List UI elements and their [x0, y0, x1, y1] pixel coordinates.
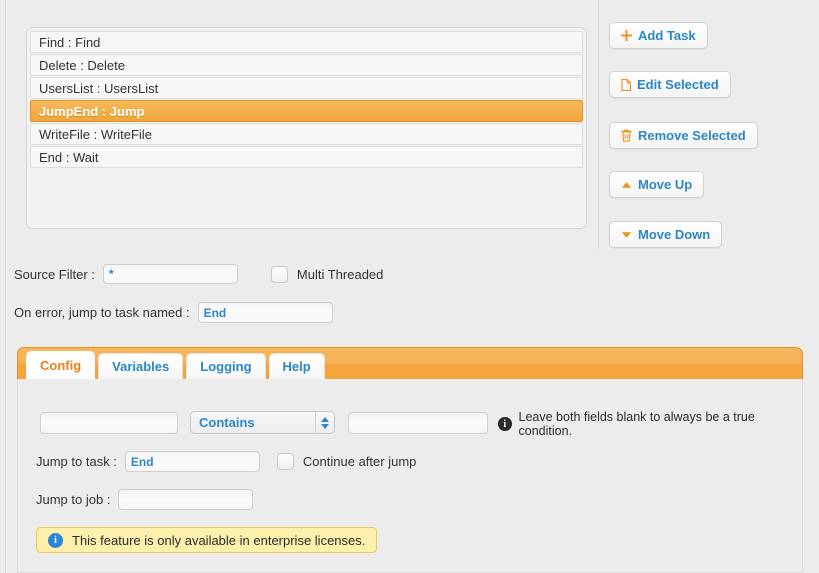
move-up-button[interactable]: Move Up [609, 171, 705, 198]
triangle-down-icon [621, 231, 632, 239]
enterprise-notice: i This feature is only available in ente… [36, 527, 378, 553]
move-down-button[interactable]: Move Down [609, 221, 723, 248]
task-list[interactable]: Find : Find Delete : Delete UsersList : … [26, 27, 587, 229]
condition-hint-text: Leave both fields blank to always be a t… [518, 410, 755, 438]
multi-threaded-checkbox[interactable] [270, 265, 288, 283]
jump-to-job-input[interactable] [118, 489, 254, 510]
remove-selected-button[interactable]: Remove Selected [609, 122, 758, 149]
tab-help[interactable]: Help [268, 353, 325, 379]
edit-selected-label: Edit Selected [637, 77, 719, 92]
list-item-selected[interactable]: JumpEnd : Jump [30, 100, 583, 122]
condition-operator-value: Contains [199, 415, 255, 430]
trash-icon [621, 129, 632, 142]
tab-bar: Config Variables Logging Help [17, 347, 803, 379]
tab-variables[interactable]: Variables [98, 353, 184, 379]
jump-to-job-row: Jump to job : [36, 489, 254, 510]
multi-threaded-label: Multi Threaded [296, 266, 384, 282]
condition-left-input[interactable] [40, 411, 178, 434]
source-filter-label: Source Filter : [14, 266, 95, 282]
jump-to-task-input[interactable] [124, 451, 260, 472]
enterprise-notice-text: This feature is only available in enterp… [72, 532, 366, 548]
config-panel: Contains i Leave both fields blank to al… [17, 379, 803, 573]
left-edge-rule [5, 0, 6, 573]
jump-to-task-row: Jump to task : Continue after jump [36, 451, 416, 472]
document-icon [621, 78, 631, 91]
jump-to-task-label: Jump to task : [36, 454, 117, 469]
condition-operator-select[interactable]: Contains [190, 411, 335, 434]
triangle-up-icon [621, 181, 632, 189]
multi-threaded-checkbox-wrap[interactable]: Multi Threaded [270, 265, 384, 283]
condition-hint: i Leave both fields blank to always be a… [498, 410, 802, 438]
vertical-divider [598, 0, 599, 249]
add-task-button[interactable]: Add Task [609, 22, 708, 49]
source-filter-input[interactable] [102, 264, 238, 284]
app-root: Find : Find Delete : Delete UsersList : … [0, 0, 819, 573]
plus-icon [621, 30, 632, 41]
move-up-label: Move Up [638, 177, 693, 192]
on-error-row: On error, jump to task named : [14, 302, 333, 323]
continue-after-jump-checkbox[interactable] [276, 453, 294, 470]
info-icon: i [498, 417, 512, 431]
edit-selected-button[interactable]: Edit Selected [609, 71, 731, 98]
remove-selected-label: Remove Selected [638, 128, 746, 143]
list-item[interactable]: Find : Find [30, 31, 583, 53]
condition-right-input[interactable] [348, 411, 488, 434]
list-item[interactable]: UsersList : UsersList [30, 77, 583, 99]
task-actions-toolbar: Add Task Edit Selected Remove Selected M… [609, 22, 809, 248]
jump-to-job-label: Jump to job : [36, 492, 111, 507]
continue-after-jump-wrap[interactable]: Continue after jump [276, 453, 417, 470]
continue-after-jump-label: Continue after jump [302, 454, 417, 469]
info-icon: i [48, 532, 63, 548]
tab-config[interactable]: Config [26, 351, 96, 379]
list-item[interactable]: End : Wait [30, 146, 583, 168]
add-task-label: Add Task [638, 28, 696, 43]
source-filter-row: Source Filter : Multi Threaded [14, 264, 383, 284]
on-error-label: On error, jump to task named : [14, 305, 190, 320]
enterprise-notice-row: i This feature is only available in ente… [36, 527, 378, 553]
list-item[interactable]: Delete : Delete [30, 54, 583, 76]
stepper-arrows-icon[interactable] [315, 411, 334, 434]
tab-logging[interactable]: Logging [186, 353, 266, 379]
condition-row: Contains [40, 411, 488, 434]
move-down-label: Move Down [638, 227, 711, 242]
list-item[interactable]: WriteFile : WriteFile [30, 123, 583, 145]
on-error-task-input[interactable] [197, 302, 333, 323]
